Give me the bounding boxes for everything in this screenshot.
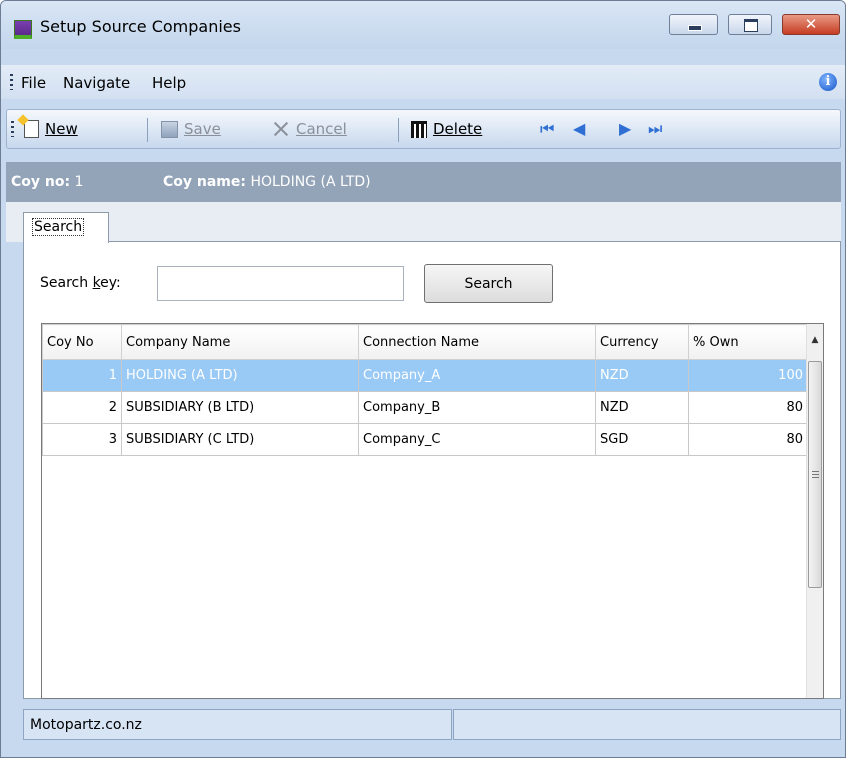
toolbar-grip-icon bbox=[11, 121, 14, 137]
new-label: New bbox=[45, 120, 78, 138]
search-key-label-pre: Search bbox=[40, 275, 93, 291]
app-window: Setup Source Companies ✕ File Navigate H… bbox=[0, 0, 846, 758]
column-header-coy-no[interactable]: Coy No bbox=[42, 324, 122, 360]
scroll-up-arrow-icon[interactable]: ▲ bbox=[807, 324, 823, 359]
status-panel: Motopartz.co.nz bbox=[23, 709, 452, 740]
first-record-icon[interactable]: ⏮ bbox=[540, 121, 554, 137]
toolbar-separator bbox=[147, 118, 148, 142]
menu-grip-icon bbox=[10, 74, 13, 90]
save-button[interactable]: Save bbox=[161, 120, 221, 138]
cell-connection-name[interactable]: Company_A bbox=[358, 359, 596, 392]
menu-help[interactable]: Help bbox=[152, 74, 186, 92]
delete-button[interactable]: Delete bbox=[411, 120, 482, 138]
menu-bar: File Navigate Help i bbox=[1, 65, 845, 99]
coy-no-display: Coy no: 1 bbox=[11, 174, 83, 190]
cell-currency[interactable]: NZD bbox=[595, 391, 689, 424]
coy-name-value: HOLDING (A LTD) bbox=[250, 174, 371, 190]
toolbar-separator bbox=[398, 118, 399, 142]
window-title: Setup Source Companies bbox=[40, 17, 241, 36]
column-header-connection-name[interactable]: Connection Name bbox=[358, 324, 596, 360]
cell-currency[interactable]: SGD bbox=[595, 423, 689, 456]
status-bar: Motopartz.co.nz bbox=[1, 707, 845, 757]
status-text: Motopartz.co.nz bbox=[30, 717, 142, 733]
cell-connection-name[interactable]: Company_C bbox=[358, 423, 596, 456]
table-row[interactable]: 2 SUBSIDIARY (B LTD) Company_B NZD 80 bbox=[42, 391, 808, 424]
companies-table: Coy No Company Name Connection Name Curr… bbox=[42, 324, 808, 456]
previous-record-icon[interactable]: ◀ bbox=[573, 121, 585, 137]
cell-own[interactable]: 100 bbox=[688, 359, 808, 392]
maximize-icon bbox=[744, 19, 758, 32]
cell-connection-name[interactable]: Company_B bbox=[358, 391, 596, 424]
scrollbar-grip-icon bbox=[812, 471, 819, 479]
last-record-icon[interactable]: ⏭ bbox=[648, 121, 662, 137]
companies-grid: Coy No Company Name Connection Name Curr… bbox=[41, 323, 824, 699]
delete-label: Delete bbox=[433, 120, 483, 138]
minimize-button[interactable] bbox=[669, 14, 718, 35]
coy-no-label: Coy no: bbox=[11, 174, 71, 190]
cell-company-name[interactable]: SUBSIDIARY (C LTD) bbox=[121, 423, 359, 456]
column-header-currency[interactable]: Currency bbox=[595, 324, 689, 360]
table-row[interactable]: 1 HOLDING (A LTD) Company_A NZD 100 bbox=[42, 359, 808, 392]
cancel-button[interactable]: Cancel bbox=[272, 120, 347, 138]
menu-navigate[interactable]: Navigate bbox=[63, 74, 130, 92]
search-key-label-post: ey: bbox=[100, 275, 121, 291]
status-panel-empty bbox=[453, 709, 841, 740]
tab-strip bbox=[6, 202, 841, 242]
menu-file[interactable]: File bbox=[21, 74, 46, 92]
maximize-button[interactable] bbox=[728, 14, 772, 35]
app-icon bbox=[14, 20, 32, 39]
grid-vertical-scrollbar[interactable]: ▲ bbox=[806, 324, 823, 698]
tab-search-label: Search bbox=[31, 218, 85, 236]
coy-name-label: Coy name: bbox=[163, 174, 246, 190]
search-button[interactable]: Search bbox=[424, 264, 553, 303]
save-icon bbox=[161, 120, 178, 138]
new-button[interactable]: New bbox=[24, 120, 78, 138]
title-bar[interactable]: Setup Source Companies ✕ bbox=[1, 1, 845, 49]
cell-coy-no[interactable]: 1 bbox=[42, 359, 122, 392]
table-row[interactable]: 3 SUBSIDIARY (C LTD) Company_C SGD 80 bbox=[42, 423, 808, 456]
search-key-input[interactable] bbox=[157, 266, 404, 301]
close-button[interactable]: ✕ bbox=[782, 14, 840, 35]
cell-own[interactable]: 80 bbox=[688, 423, 808, 456]
save-label: Save bbox=[184, 120, 221, 138]
cell-company-name[interactable]: SUBSIDIARY (B LTD) bbox=[121, 391, 359, 424]
grid-header-row: Coy No Company Name Connection Name Curr… bbox=[42, 324, 808, 360]
cell-coy-no[interactable]: 3 bbox=[42, 423, 122, 456]
tab-search[interactable]: Search bbox=[23, 212, 109, 243]
minimize-icon bbox=[688, 25, 702, 31]
cell-currency[interactable]: NZD bbox=[595, 359, 689, 392]
next-record-icon[interactable]: ▶ bbox=[619, 121, 631, 137]
scrollbar-thumb[interactable] bbox=[808, 361, 822, 588]
coy-no-value: 1 bbox=[74, 174, 84, 190]
coy-name-display: Coy name: HOLDING (A LTD) bbox=[163, 174, 371, 190]
new-document-icon bbox=[24, 120, 39, 138]
close-icon: ✕ bbox=[804, 15, 818, 33]
info-icon[interactable]: i bbox=[819, 73, 837, 91]
cancel-icon bbox=[272, 120, 290, 138]
record-header: Coy no: 1 Coy name: HOLDING (A LTD) bbox=[6, 162, 841, 202]
cell-company-name[interactable]: HOLDING (A LTD) bbox=[121, 359, 359, 392]
cell-own[interactable]: 80 bbox=[688, 391, 808, 424]
cancel-label: Cancel bbox=[296, 120, 347, 138]
column-header-own[interactable]: % Own bbox=[688, 324, 808, 360]
toolbar: New Save Cancel Delete ⏮ ◀ ▶ ⏭ bbox=[6, 109, 841, 149]
trash-icon bbox=[411, 120, 427, 138]
search-key-label: Search key: bbox=[40, 275, 121, 291]
cell-coy-no[interactable]: 2 bbox=[42, 391, 122, 424]
column-header-company-name[interactable]: Company Name bbox=[121, 324, 359, 360]
